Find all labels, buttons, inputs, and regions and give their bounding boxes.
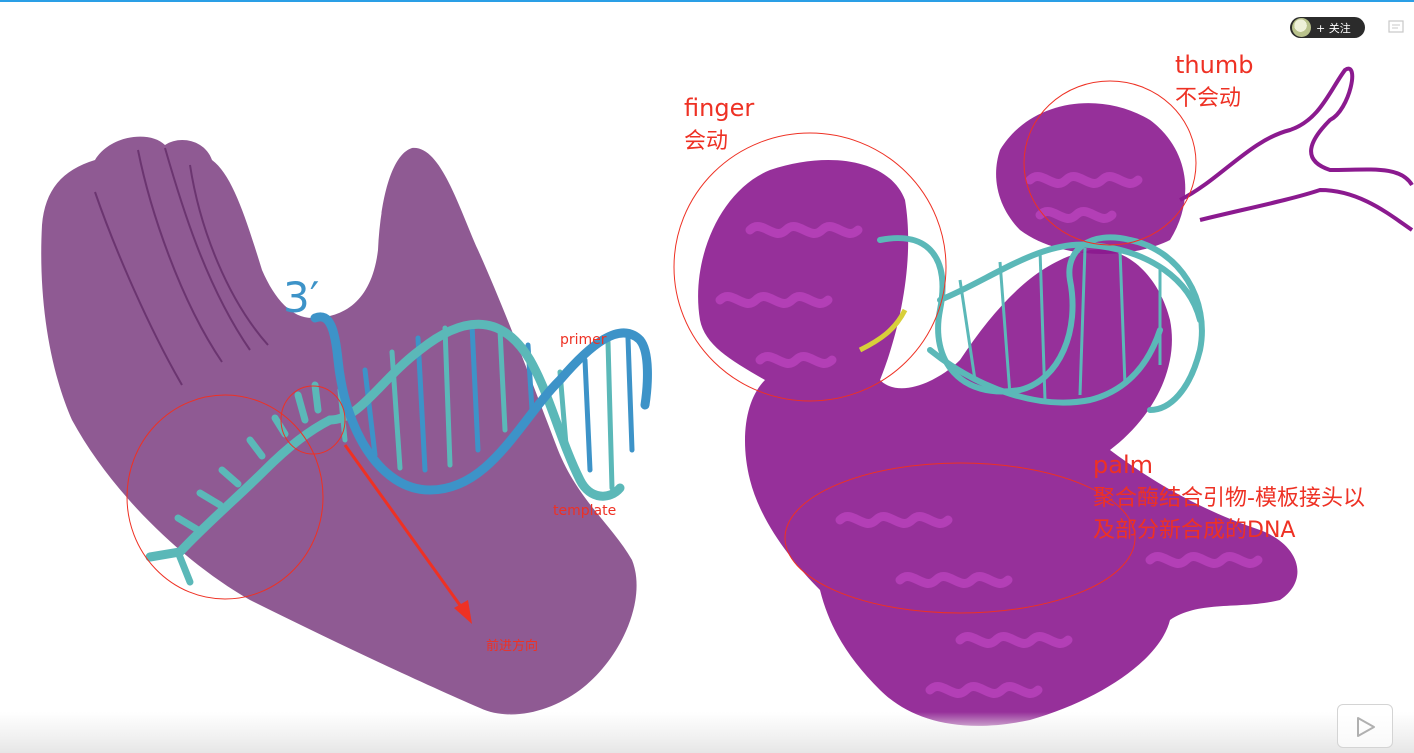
play-button[interactable] [1337,704,1393,748]
user-avatar-icon [1292,18,1311,37]
thumb-note: 不会动 [1175,86,1241,111]
follow-button-label: + 关注 [1316,21,1351,35]
play-icon [1357,717,1375,737]
three-prime-label: 3′ [283,273,319,322]
palm-note-line1: 聚合酶结合引物-模板接头以 [1093,486,1365,511]
polymerase-structure [698,66,1414,726]
hand-illustration [41,136,637,715]
screen-toggle-icon[interactable] [1388,20,1404,34]
direction-label: 前进方向 [486,638,538,654]
palm-label: palm [1093,451,1153,479]
primer-label: primer [560,332,607,348]
palm-note-line2: 及部分新合成的DNA [1093,518,1295,543]
finger-note: 会动 [684,129,728,154]
finger-label: finger [684,94,754,122]
follow-button[interactable]: + 关注 [1290,17,1365,38]
thumb-label: thumb [1175,51,1253,79]
slide-canvas: 3′ primer template 前进方向 finger 会动 thumb … [41,51,1414,726]
template-label: template [553,503,616,519]
player-bottom-bar [0,712,1414,753]
